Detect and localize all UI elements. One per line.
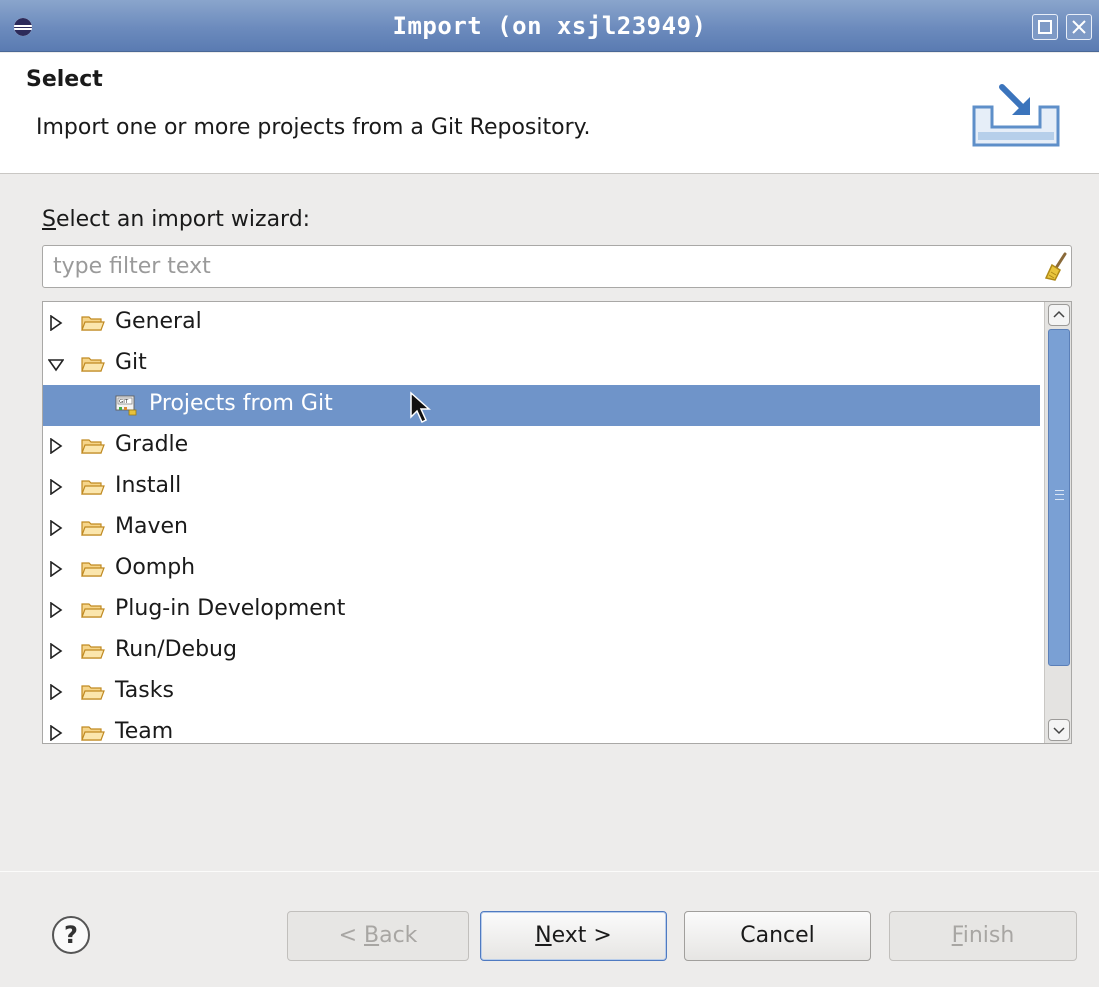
expand-arrow-icon[interactable] bbox=[49, 725, 63, 741]
tree-item-label: Oomph bbox=[115, 555, 196, 580]
folder-icon bbox=[81, 726, 105, 741]
finish-button[interactable]: Finish bbox=[889, 911, 1077, 961]
broom-icon[interactable] bbox=[1043, 252, 1069, 282]
tree-item-install[interactable]: Install bbox=[43, 467, 1040, 508]
expand-arrow-icon[interactable] bbox=[49, 684, 63, 700]
expand-arrow-icon[interactable] bbox=[49, 643, 63, 659]
chevron-up-icon bbox=[1053, 310, 1065, 318]
folder-icon bbox=[81, 357, 105, 372]
folder-icon bbox=[81, 562, 105, 577]
scroll-up-button[interactable] bbox=[1048, 304, 1070, 326]
folder-icon bbox=[81, 603, 105, 618]
folder-icon bbox=[81, 480, 105, 495]
help-icon: ? bbox=[64, 921, 78, 949]
scroll-down-button[interactable] bbox=[1048, 719, 1070, 741]
expand-arrow-icon[interactable] bbox=[49, 602, 63, 618]
tree-item-label: Git bbox=[115, 350, 147, 375]
help-button[interactable]: ? bbox=[52, 916, 90, 954]
wizard-tree[interactable]: General Git GIT Projects from Git Gradle… bbox=[42, 301, 1072, 744]
folder-icon bbox=[81, 439, 105, 454]
tree-item-general[interactable]: General bbox=[43, 303, 1040, 344]
expand-arrow-icon[interactable] bbox=[49, 561, 63, 577]
tree-item-label: General bbox=[115, 309, 202, 334]
tree-item-gradle[interactable]: Gradle bbox=[43, 426, 1040, 467]
grip-icon bbox=[1055, 490, 1064, 500]
maximize-icon bbox=[1038, 20, 1052, 34]
tree-item-label: Tasks bbox=[115, 678, 174, 703]
git-icon: GIT bbox=[115, 395, 137, 416]
tree-item-label: Projects from Git bbox=[149, 391, 333, 416]
folder-icon bbox=[81, 685, 105, 700]
title-bar[interactable]: Import (on xsjl23949) bbox=[0, 0, 1099, 52]
import-wizard-icon bbox=[972, 84, 1060, 147]
tree-item-label: Install bbox=[115, 473, 182, 498]
tree-item-maven[interactable]: Maven bbox=[43, 508, 1040, 549]
expand-arrow-icon[interactable] bbox=[49, 479, 63, 495]
tree-item-oomph[interactable]: Oomph bbox=[43, 549, 1040, 590]
button-bar-separator bbox=[0, 871, 1099, 872]
maximize-button[interactable] bbox=[1032, 14, 1058, 40]
scroll-thumb[interactable] bbox=[1048, 329, 1070, 666]
cancel-button[interactable]: Cancel bbox=[684, 911, 871, 961]
window-title: Import (on xsjl23949) bbox=[392, 12, 707, 40]
filter-field[interactable] bbox=[42, 245, 1072, 288]
chevron-down-icon bbox=[1053, 727, 1065, 735]
page-title: Select bbox=[26, 67, 103, 92]
close-icon bbox=[1072, 20, 1086, 34]
import-dialog: Import (on xsjl23949) Select Import one … bbox=[0, 0, 1099, 987]
folder-icon bbox=[81, 316, 105, 331]
folder-icon bbox=[81, 644, 105, 659]
tree-item-run-debug[interactable]: Run/Debug bbox=[43, 631, 1040, 672]
tree-item-projects-from-git[interactable]: GIT Projects from Git bbox=[43, 385, 1040, 426]
vertical-scrollbar[interactable] bbox=[1044, 302, 1071, 743]
page-description: Import one or more projects from a Git R… bbox=[36, 115, 591, 140]
folder-icon bbox=[81, 521, 105, 536]
tree-item-tasks[interactable]: Tasks bbox=[43, 672, 1040, 713]
tree-item-label: Team bbox=[115, 719, 174, 744]
tree-item-plug-in-development[interactable]: Plug-in Development bbox=[43, 590, 1040, 631]
filter-input[interactable] bbox=[51, 251, 1011, 281]
close-button[interactable] bbox=[1066, 14, 1092, 40]
wizard-list-label: Select an import wizard: bbox=[42, 207, 311, 232]
next-button[interactable]: Next > bbox=[480, 911, 667, 961]
expand-arrow-icon[interactable] bbox=[49, 520, 63, 536]
tree-item-team[interactable]: Team bbox=[43, 713, 1040, 744]
wizard-banner: Select Import one or more projects from … bbox=[0, 53, 1099, 174]
expand-arrow-icon[interactable] bbox=[49, 438, 63, 454]
tree-item-git[interactable]: Git bbox=[43, 344, 1040, 385]
collapse-arrow-icon[interactable] bbox=[48, 358, 64, 372]
tree-item-label: Plug-in Development bbox=[115, 596, 346, 621]
tree-item-label: Gradle bbox=[115, 432, 189, 457]
expand-arrow-icon[interactable] bbox=[49, 315, 63, 331]
back-button[interactable]: < Back bbox=[287, 911, 469, 961]
mouse-cursor-icon bbox=[410, 391, 431, 424]
tree-item-label: Run/Debug bbox=[115, 637, 237, 662]
svg-text:GIT: GIT bbox=[119, 399, 129, 405]
tree-item-label: Maven bbox=[115, 514, 188, 539]
